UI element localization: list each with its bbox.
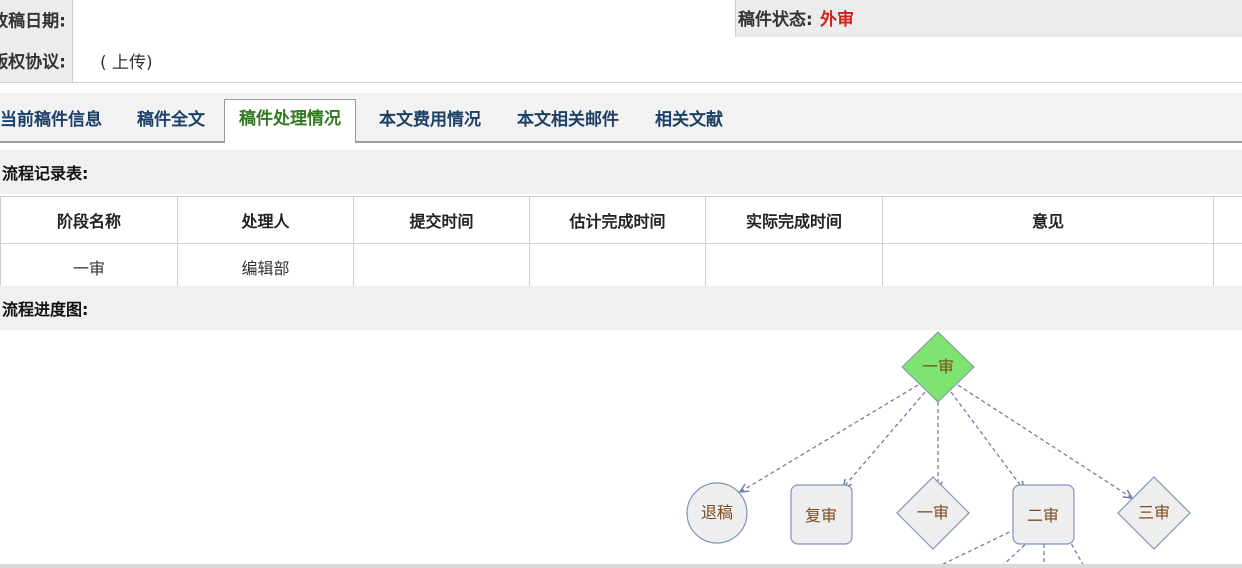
table-cell bbox=[705, 243, 883, 290]
upload-link[interactable]: ( 上传) bbox=[100, 48, 153, 73]
node-reject[interactable]: 退稿 bbox=[686, 482, 748, 544]
column-header: 意见 bbox=[882, 196, 1214, 244]
edge-root-to-re-review bbox=[843, 391, 926, 488]
tab-related-literature[interactable]: 相关文献 bbox=[655, 100, 723, 140]
table-cell: 编辑部 bbox=[177, 243, 354, 290]
tab-manuscript-processing[interactable]: 稿件处理情况 bbox=[224, 99, 356, 143]
node-second-label: 二审 bbox=[1027, 506, 1059, 525]
column-header-spacer bbox=[1213, 196, 1242, 244]
edge-root-to-third bbox=[957, 384, 1132, 498]
flow-record-header: 流程记录表: bbox=[0, 150, 1242, 194]
tab-bar: 当前稿件信息 稿件全文 稿件处理情况 本文费用情况 本文相关邮件 相关文献 bbox=[0, 93, 1242, 143]
node-root[interactable]: 一审 bbox=[901, 331, 975, 403]
copyright-label-cell: 版权协议: bbox=[0, 37, 73, 82]
column-header: 实际完成时间 bbox=[705, 196, 883, 244]
submit-date-row: 改稿日期: 稿件状态: 外审 bbox=[0, 0, 1242, 38]
table-cell: 一审 bbox=[0, 243, 178, 290]
node-root-label: 一审 bbox=[922, 357, 954, 376]
tab-fees[interactable]: 本文费用情况 bbox=[379, 100, 481, 140]
tab-current-manuscript-info[interactable]: 当前稿件信息 bbox=[0, 100, 102, 140]
submit-date-label: 改稿日期: bbox=[0, 11, 66, 31]
flow-progress-chart: 一审 退稿 复审 一审 二审 三审 bbox=[686, 331, 1191, 568]
tab-related-emails[interactable]: 本文相关邮件 bbox=[517, 100, 619, 140]
node-first[interactable]: 一审 bbox=[896, 476, 970, 550]
bottom-border bbox=[0, 564, 1242, 568]
status-cell: 稿件状态: 外审 bbox=[735, 0, 1242, 37]
table-cell bbox=[882, 243, 1214, 290]
column-header: 估计完成时间 bbox=[529, 196, 706, 244]
node-first-label: 一审 bbox=[917, 503, 949, 522]
table-cell bbox=[529, 243, 706, 290]
column-header: 阶段名称 bbox=[0, 196, 178, 244]
status-label: 稿件状态: bbox=[738, 10, 813, 30]
node-re-review-label: 复审 bbox=[805, 506, 837, 525]
flow-chart-header: 流程进度图: bbox=[0, 286, 1242, 330]
edge-root-to-second bbox=[950, 391, 1024, 490]
table-cell-spacer bbox=[1213, 243, 1242, 290]
table-header-row: 阶段名称 处理人 提交时间 估计完成时间 实际完成时间 意见 bbox=[0, 196, 1242, 244]
status-value: 外审 bbox=[820, 10, 854, 30]
tab-manuscript-fulltext[interactable]: 稿件全文 bbox=[137, 100, 205, 140]
node-re-review[interactable]: 复审 bbox=[790, 484, 853, 545]
submit-date-label-cell: 改稿日期: bbox=[0, 0, 73, 37]
table-cell bbox=[353, 243, 530, 290]
column-header: 处理人 bbox=[177, 196, 354, 244]
flow-record-title: 流程记录表: bbox=[2, 164, 89, 183]
node-third-label: 三审 bbox=[1138, 503, 1170, 522]
copyright-row: 版权协议: ( 上传) bbox=[0, 37, 1242, 83]
node-second[interactable]: 二审 bbox=[1012, 484, 1075, 545]
edge-root-to-reject bbox=[740, 384, 919, 492]
table-row: 一审 编辑部 bbox=[0, 243, 1242, 290]
flow-chart-title: 流程进度图: bbox=[2, 300, 89, 319]
copyright-label: 版权协议: bbox=[0, 52, 66, 72]
node-third[interactable]: 三审 bbox=[1117, 476, 1191, 550]
flow-record-table: 阶段名称 处理人 提交时间 估计完成时间 实际完成时间 意见 一审 编辑部 bbox=[0, 196, 1242, 290]
column-header: 提交时间 bbox=[353, 196, 530, 244]
node-reject-label: 退稿 bbox=[701, 503, 733, 522]
